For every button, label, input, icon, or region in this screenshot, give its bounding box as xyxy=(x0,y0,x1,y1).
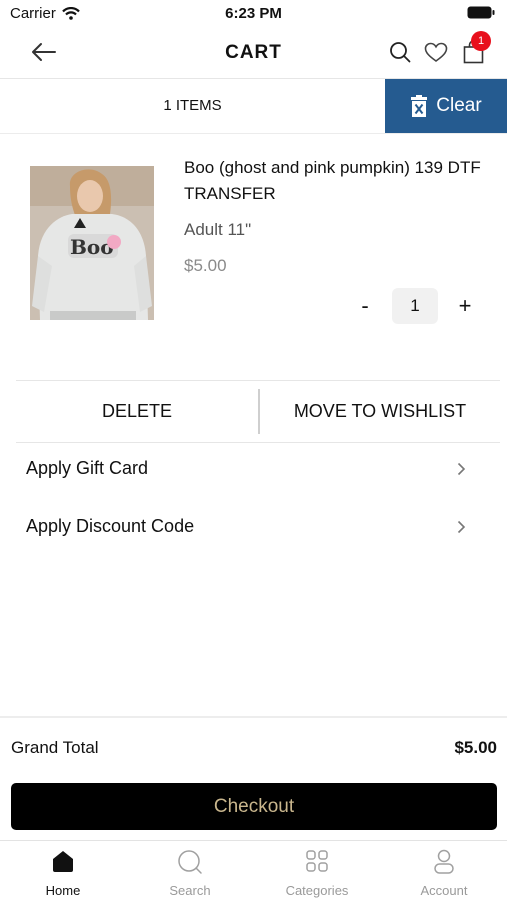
apply-gift-card-row[interactable]: Apply Gift Card xyxy=(26,450,476,490)
item-actions: DELETE MOVE TO WISHLIST xyxy=(16,380,500,443)
apply-discount-code-row[interactable]: Apply Discount Code xyxy=(26,508,476,548)
quantity-increase-button[interactable]: + xyxy=(455,293,475,319)
product-image[interactable]: Boo xyxy=(30,166,154,320)
chevron-right-icon xyxy=(457,520,466,534)
quantity-decrease-button[interactable]: - xyxy=(356,293,374,319)
order-summary: Grand Total $5.00 xyxy=(0,716,507,776)
tab-home[interactable]: Home xyxy=(0,841,126,901)
grand-total-label: Grand Total xyxy=(11,738,99,757)
chevron-right-icon xyxy=(457,462,466,476)
tab-account-label: Account xyxy=(420,883,468,898)
sweatshirt-photo: Boo xyxy=(30,166,154,320)
gift-card-label: Apply Gift Card xyxy=(26,458,149,478)
tab-account[interactable]: Account xyxy=(381,841,507,901)
discount-code-label: Apply Discount Code xyxy=(26,516,195,536)
app-header: CART 1 xyxy=(0,28,507,79)
status-time: 6:23 PM xyxy=(225,5,282,22)
checkout-button[interactable]: Checkout xyxy=(11,783,497,830)
quantity-value[interactable]: 1 xyxy=(392,288,438,324)
home-icon xyxy=(53,851,73,872)
tab-search-label: Search xyxy=(169,883,211,898)
items-count: 1 ITEMS xyxy=(163,97,222,114)
product-variant: Adult 11" xyxy=(184,220,252,239)
clear-label: Clear xyxy=(436,95,482,116)
search-icon[interactable] xyxy=(389,41,411,63)
search-icon xyxy=(178,850,202,874)
trash-icon xyxy=(411,95,428,117)
categories-icon xyxy=(306,850,328,872)
move-to-wishlist-button[interactable]: MOVE TO WISHLIST xyxy=(260,381,500,442)
cart-items-bar: 1 ITEMS Clear xyxy=(0,79,507,134)
clear-cart-button[interactable]: Clear xyxy=(385,79,507,133)
tab-categories[interactable]: Categories xyxy=(254,841,380,901)
bottom-tab-bar: Home Search Categories Account xyxy=(0,840,507,901)
account-icon xyxy=(434,849,454,874)
tab-search[interactable]: Search xyxy=(127,841,253,901)
cart-button[interactable]: 1 xyxy=(463,31,491,64)
product-name[interactable]: Boo (ghost and pink pumpkin) 139 DTF TRA… xyxy=(184,155,499,207)
grand-total-value: $5.00 xyxy=(454,738,497,757)
tab-categories-label: Categories xyxy=(285,883,349,898)
heart-icon[interactable] xyxy=(424,42,448,63)
tab-home-label: Home xyxy=(45,883,81,898)
battery-icon xyxy=(467,6,495,19)
cart-count-badge: 1 xyxy=(471,31,491,51)
svg-text:Boo: Boo xyxy=(70,235,114,259)
product-price: $5.00 xyxy=(184,256,227,275)
status-bar: Carrier 6:23 PM xyxy=(0,0,507,28)
delete-button[interactable]: DELETE xyxy=(16,381,258,442)
